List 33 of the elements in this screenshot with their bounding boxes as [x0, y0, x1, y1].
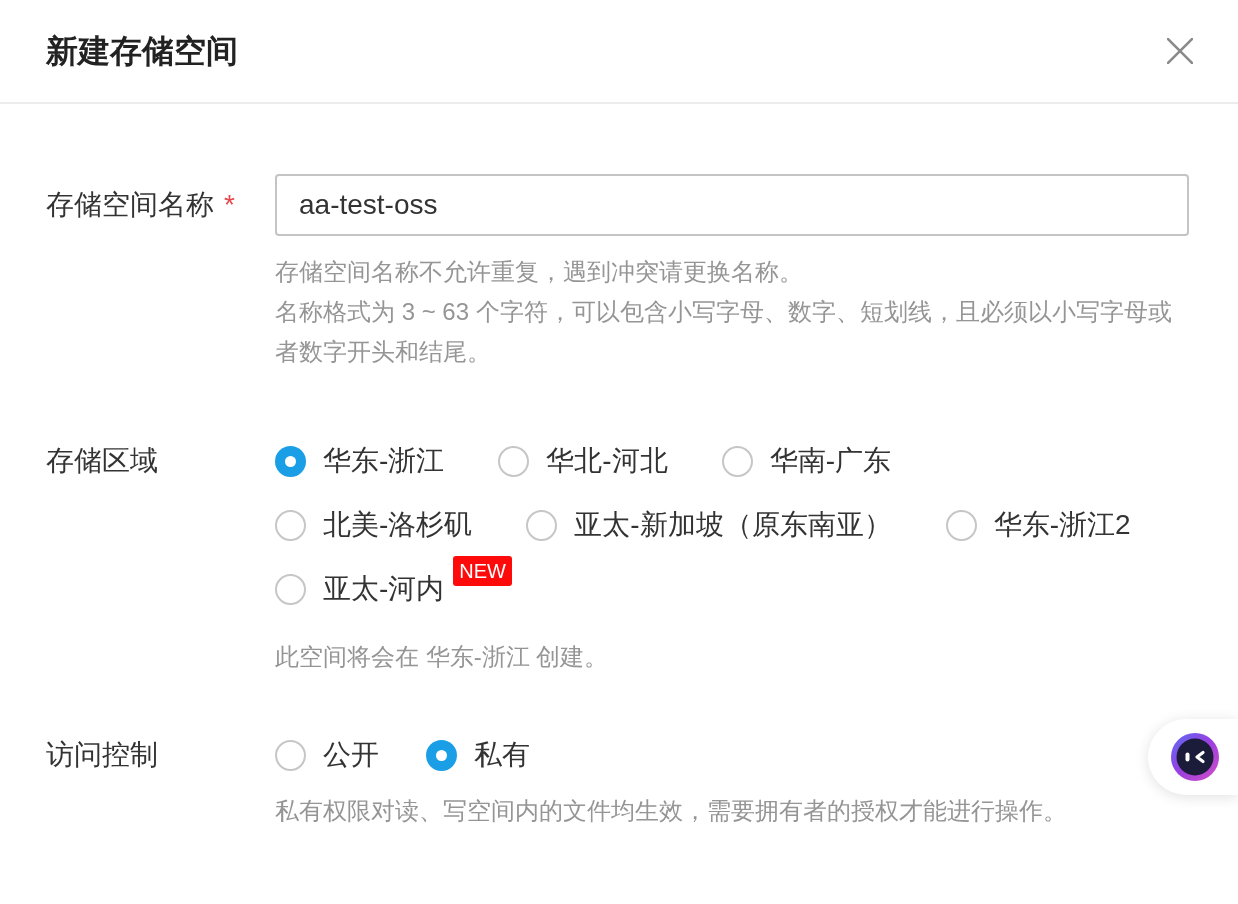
radio-icon[interactable] [275, 509, 306, 541]
radio-option[interactable]: 华南-广东 [721, 441, 891, 481]
radio-icon[interactable] [275, 739, 306, 771]
radio-option[interactable]: 北美-洛杉矶 [275, 505, 473, 545]
floating-button[interactable] [1148, 719, 1238, 795]
dialog-title: 新建存储空间 [46, 32, 238, 71]
field-label: 访问控制 [46, 738, 158, 772]
close-icon [1167, 38, 1193, 64]
radio-option[interactable]: 亚太-新加坡（原东南亚） [526, 505, 892, 545]
radio-option[interactable]: 公开 [275, 735, 379, 775]
radio-option[interactable]: 华北-河北 [498, 441, 668, 481]
close-button[interactable] [1166, 37, 1194, 65]
radio-option[interactable]: 私有 [426, 735, 530, 775]
radio-option[interactable]: 华东-浙江 [275, 441, 445, 481]
access-note: 私有权限对读、写空间内的文件均生效，需要拥有者的授权才能进行操作。 [275, 796, 1068, 826]
hint-text: 存储空间名称不允许重复，遇到冲突请更换名称。 [275, 257, 804, 287]
radio-icon[interactable] [275, 445, 306, 477]
new-badge: NEW [453, 556, 512, 586]
region-note: 此空间将会在 华东-浙江 创建。 [275, 642, 610, 672]
field-label: 存储空间名称 [46, 188, 214, 222]
radio-option[interactable]: 华东-浙江2 [945, 505, 1131, 545]
bucket-name-input[interactable]: aa-test-oss [275, 174, 1189, 236]
radio-icon[interactable] [426, 739, 457, 771]
radio-icon[interactable] [721, 445, 753, 477]
hint-text: 名称格式为 3 ~ 63 个字符，可以包含小写字母、数字、短划线，且必须以小写字母或者数字开头和结尾。 [275, 297, 1173, 367]
radio-icon[interactable] [498, 445, 530, 477]
radio-option[interactable]: 亚太-河内 [275, 569, 445, 609]
radio-icon[interactable] [945, 509, 977, 541]
radio-icon[interactable] [526, 509, 558, 541]
face-icon [1171, 733, 1219, 781]
radio-icon[interactable] [275, 573, 306, 605]
field-label: 存储区域 [46, 444, 158, 478]
required-mark: * [224, 188, 235, 222]
